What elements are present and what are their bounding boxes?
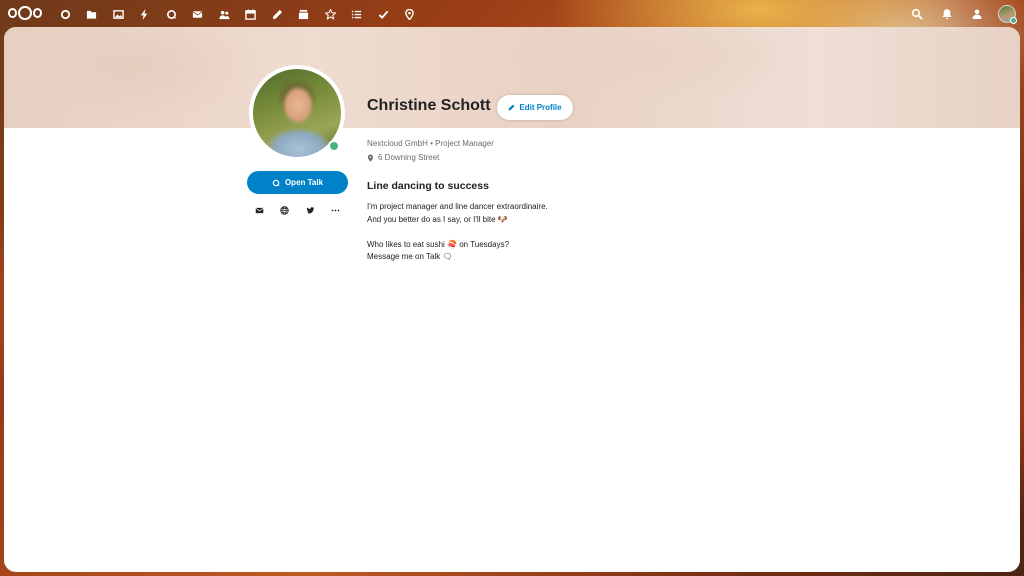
bio-line: I'm project manager and line dancer extr… — [367, 202, 548, 211]
contacts-menu-icon[interactable] — [968, 5, 986, 23]
search-icon[interactable] — [908, 5, 926, 23]
profile-actions — [247, 203, 348, 217]
website-icon[interactable] — [277, 203, 293, 217]
photos-icon[interactable] — [105, 4, 132, 24]
email-icon[interactable] — [252, 203, 268, 217]
notes-icon[interactable] — [264, 4, 291, 24]
open-talk-label: Open Talk — [284, 178, 324, 187]
address-text: 6 Downing Street — [378, 153, 440, 162]
edit-profile-button[interactable]: Edit Profile — [497, 95, 573, 120]
profile-address: 6 Downing Street — [367, 153, 439, 162]
bio-line: And you better do as I say, or I'll bite… — [367, 214, 508, 224]
profile-biography: I'm project manager and line dancer extr… — [367, 201, 548, 264]
deck-icon[interactable] — [291, 4, 318, 24]
bio-line: Who likes to eat sushi 🍣 on Tuesdays? — [367, 239, 510, 249]
more-actions-icon[interactable] — [327, 203, 343, 217]
profile-name: Christine Schott — [367, 97, 491, 114]
mail-icon[interactable] — [185, 4, 212, 24]
pencil-icon — [508, 104, 515, 111]
notifications-icon[interactable] — [938, 5, 956, 23]
header-right — [908, 3, 1017, 25]
talk-icon[interactable] — [158, 4, 185, 24]
files-icon[interactable] — [79, 4, 106, 24]
edit-profile-label: Edit Profile — [519, 103, 562, 112]
location-pin-icon — [367, 154, 374, 162]
online-status-indicator — [328, 140, 340, 152]
tasks-icon[interactable] — [344, 4, 371, 24]
checks-icon[interactable] — [370, 4, 397, 24]
user-menu-avatar[interactable] — [998, 5, 1017, 24]
bio-line: Message me on Talk 🗨 — [367, 252, 453, 261]
nextcloud-logo[interactable] — [8, 6, 42, 20]
contacts-icon[interactable] — [211, 4, 238, 24]
app-menu — [52, 4, 423, 24]
organisation-role: Nextcloud GmbH • Project Manager — [367, 139, 494, 148]
profile-headline: Line dancing to success — [367, 180, 489, 192]
dashboard-icon[interactable] — [52, 4, 79, 24]
user-status-dot — [1010, 17, 1017, 24]
top-bar — [0, 0, 1024, 28]
talk-icon — [272, 179, 280, 186]
profile-page: Christine Schott Edit Profile Nextcloud … — [4, 27, 1020, 572]
twitter-icon[interactable] — [302, 203, 318, 217]
maps-icon[interactable] — [397, 4, 424, 24]
open-talk-button[interactable]: Open Talk — [247, 171, 348, 194]
activity-icon[interactable] — [132, 4, 159, 24]
social-icon[interactable] — [317, 4, 344, 24]
bio-line — [367, 226, 548, 239]
calendar-icon[interactable] — [238, 4, 265, 24]
